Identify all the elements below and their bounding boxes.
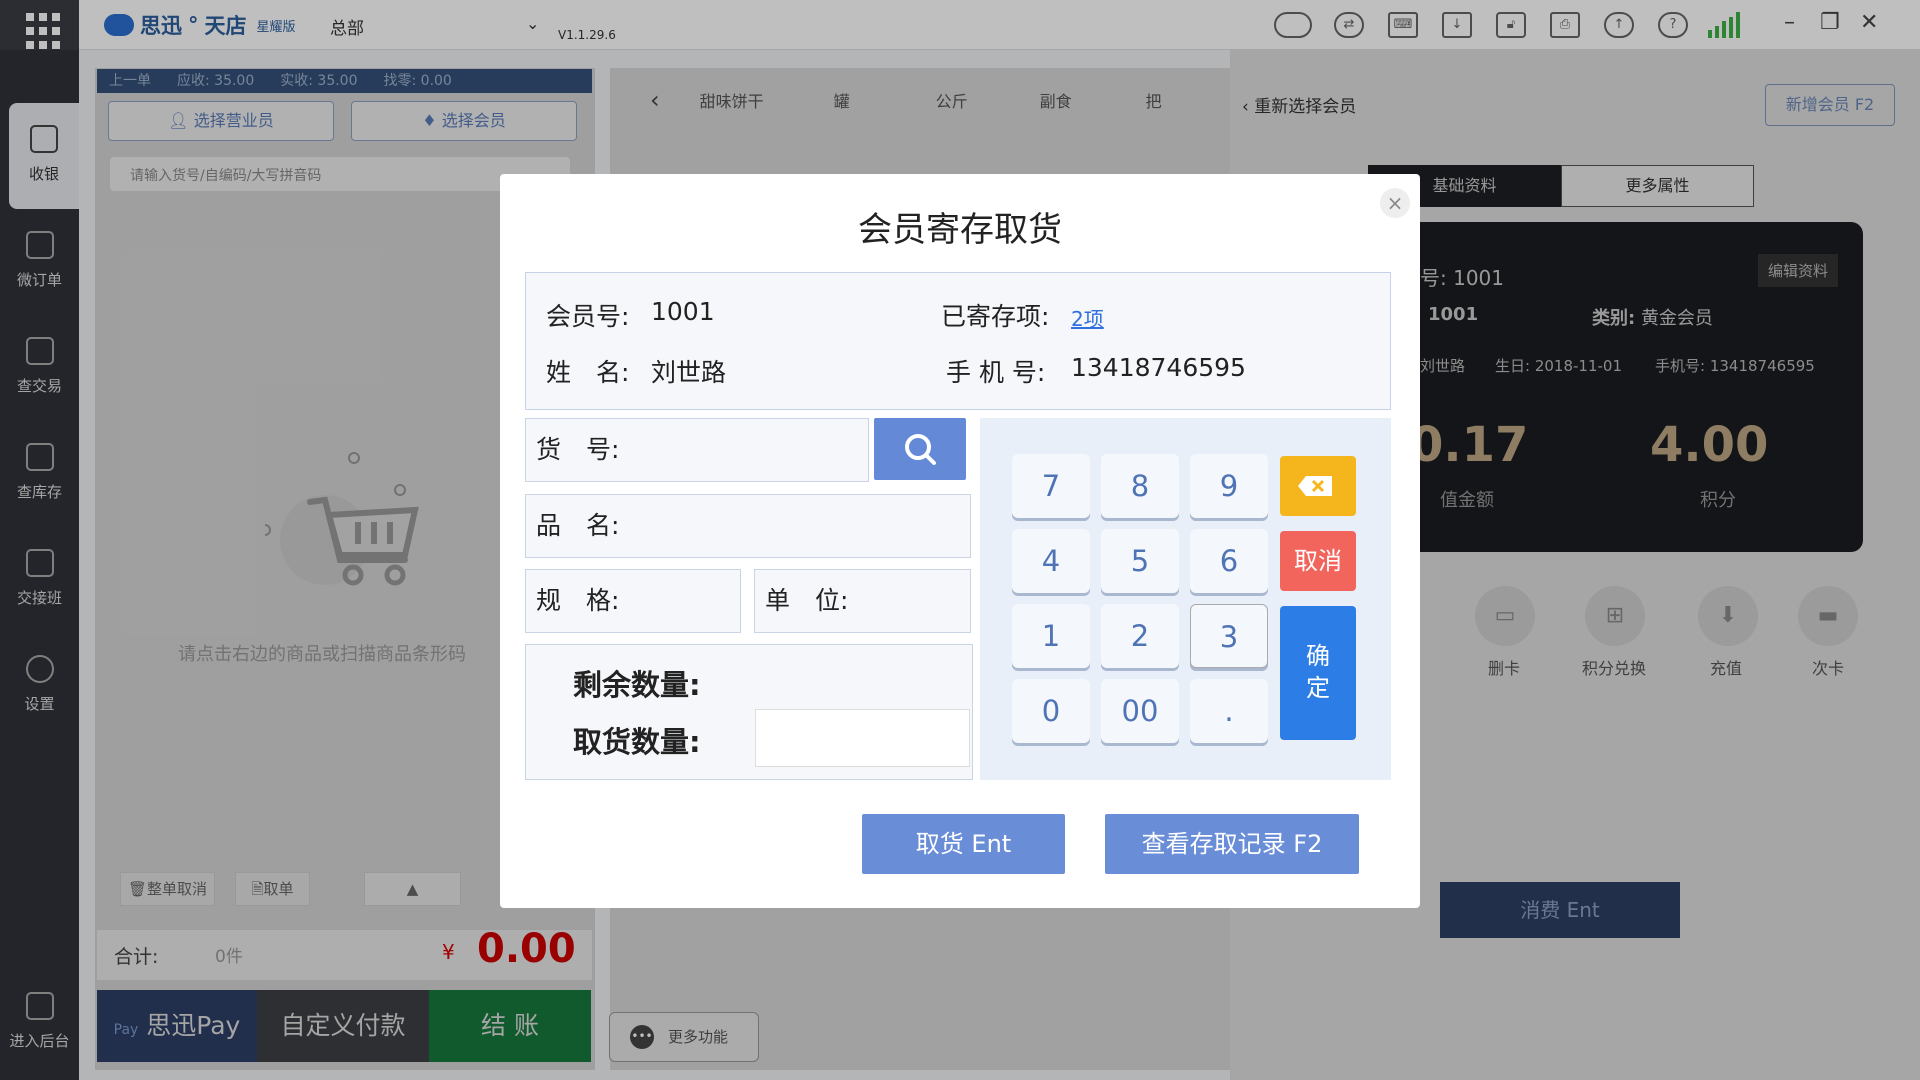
backspace-icon: [1298, 476, 1332, 496]
key-4[interactable]: 4: [1012, 529, 1090, 593]
pickup-button[interactable]: 取货 Ent: [862, 814, 1065, 874]
member-no-value: 1001: [651, 297, 715, 326]
backspace-button[interactable]: [1280, 456, 1356, 516]
key-9[interactable]: 9: [1190, 454, 1268, 518]
key-5[interactable]: 5: [1101, 529, 1179, 593]
key-00[interactable]: 00: [1101, 679, 1179, 743]
key-dot[interactable]: .: [1190, 679, 1268, 743]
deposited-items-link[interactable]: 2项: [1071, 303, 1104, 332]
member-pickup-dialog: 会员寄存取货 × 会员号: 1001 已寄存项: 2项 姓 名: 刘世路 手 机…: [500, 174, 1420, 908]
dialog-title: 会员寄存取货: [858, 210, 1062, 250]
search-icon: [905, 434, 936, 465]
remaining-qty-label: 剩余数量:: [573, 668, 701, 702]
product-name-field[interactable]: 品 名:: [525, 494, 971, 558]
search-button[interactable]: [874, 418, 966, 480]
deposited-label: 已寄存项:: [941, 302, 1050, 331]
name-label: 姓 名:: [546, 358, 630, 387]
key-6[interactable]: 6: [1190, 529, 1268, 593]
unit-field[interactable]: 单 位:: [754, 569, 971, 633]
spec-field[interactable]: 规 格:: [525, 569, 741, 633]
item-no-field[interactable]: 货 号:: [525, 418, 869, 482]
key-7[interactable]: 7: [1012, 454, 1090, 518]
key-0[interactable]: 0: [1012, 679, 1090, 743]
member-no-label: 会员号:: [546, 302, 630, 331]
pickup-quantity-input[interactable]: [755, 709, 970, 767]
name-value: 刘世路: [651, 358, 727, 387]
keypad-confirm-button[interactable]: 确定: [1280, 606, 1356, 740]
view-records-button[interactable]: 查看存取记录 F2: [1105, 814, 1359, 874]
phone-value: 13418746595: [1071, 353, 1246, 382]
pickup-qty-label: 取货数量:: [573, 725, 701, 759]
keypad-cancel-button[interactable]: 取消: [1280, 531, 1356, 591]
key-2[interactable]: 2: [1101, 604, 1179, 668]
close-icon[interactable]: ×: [1380, 188, 1410, 218]
member-info-box: 会员号: 1001 已寄存项: 2项 姓 名: 刘世路 手 机 号: 13418…: [525, 272, 1391, 410]
key-1[interactable]: 1: [1012, 604, 1090, 668]
key-8[interactable]: 8: [1101, 454, 1179, 518]
phone-label: 手 机 号:: [946, 358, 1046, 387]
key-3[interactable]: 3: [1190, 604, 1268, 668]
